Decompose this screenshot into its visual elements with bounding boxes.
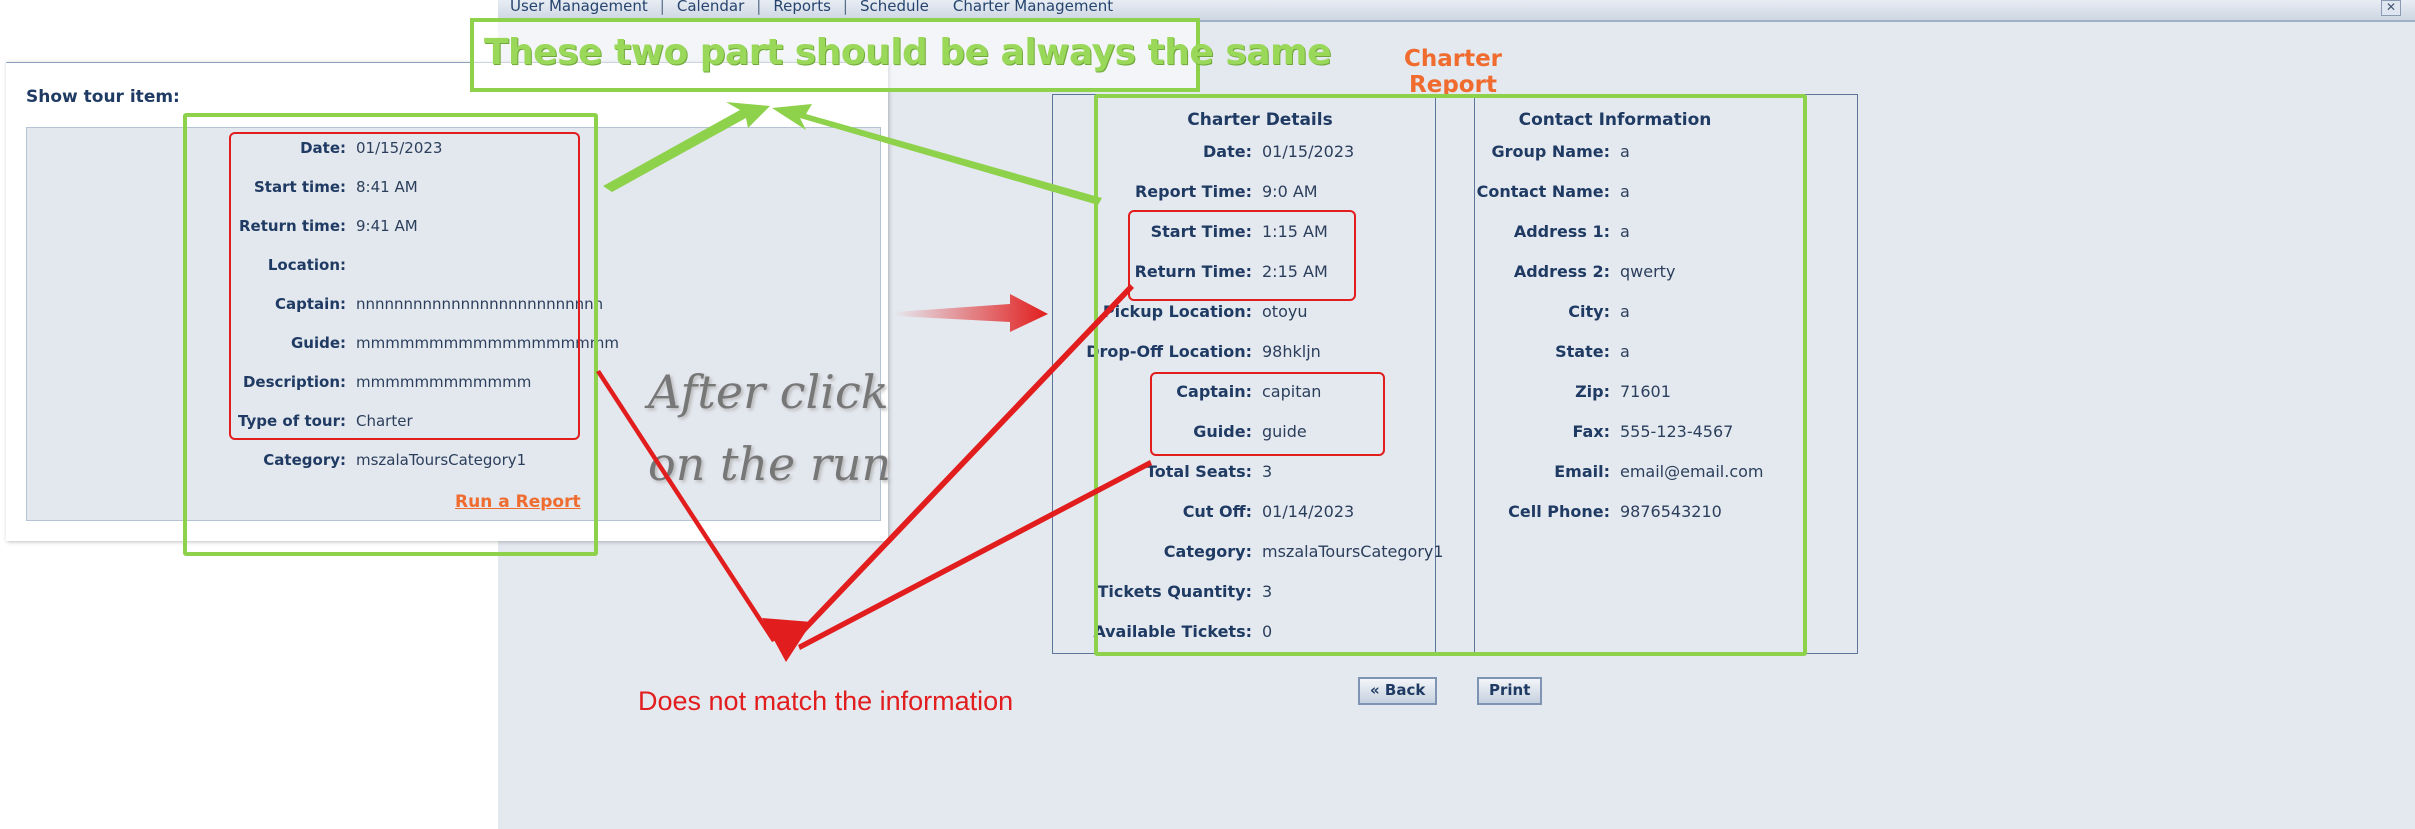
nav-calendar[interactable]: Calendar [665, 0, 756, 14]
nav-user-management[interactable]: User Management [498, 0, 660, 14]
annotation-note-after-click: After click on the run [648, 356, 892, 500]
annotation-red-box-crew [1150, 372, 1385, 456]
report-title: Charter Report [1403, 46, 1503, 98]
close-icon[interactable]: ✕ [2381, 0, 2401, 16]
dialog-title: Show tour item: [26, 87, 180, 107]
annotation-note-mismatch: Does not match the information [638, 686, 1014, 716]
nav-schedule[interactable]: Schedule [848, 0, 941, 14]
annotation-note-same: These two part should be always the same [470, 18, 1332, 92]
print-button[interactable]: Print [1477, 677, 1543, 705]
annotation-note-line: on the run [648, 437, 892, 491]
annotation-red-box-dialog [229, 132, 580, 440]
back-button[interactable]: « Back [1358, 677, 1438, 705]
nav-reports[interactable]: Reports [761, 0, 843, 14]
annotation-note-line: After click [648, 365, 889, 419]
annotation-red-box-times [1128, 210, 1356, 301]
annotation-note-same-text: These two part should be always the same [484, 32, 1332, 73]
nav-charter-management[interactable]: Charter Management [941, 0, 1125, 14]
